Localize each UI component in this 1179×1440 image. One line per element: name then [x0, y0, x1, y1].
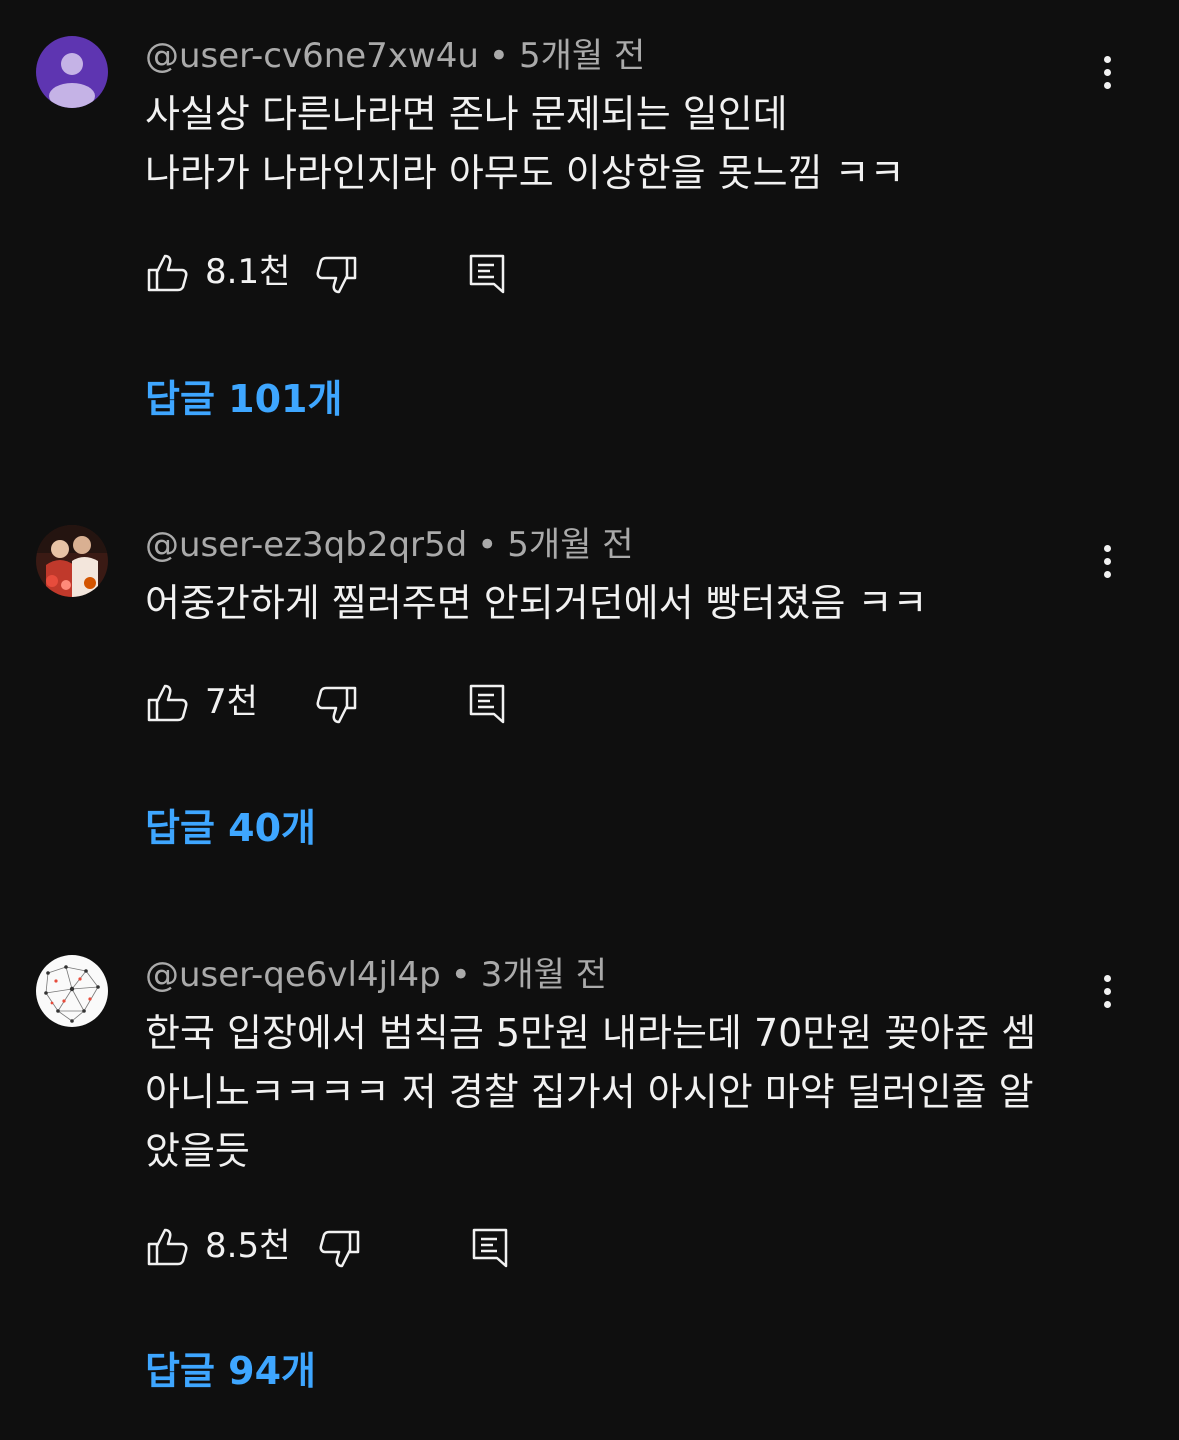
more-dot — [1103, 557, 1111, 565]
more-dot — [1103, 544, 1111, 552]
reply-icon[interactable] — [468, 1226, 512, 1270]
avatar[interactable] — [36, 36, 108, 108]
comment-actions: 8.1천 — [145, 250, 545, 300]
thumbs-up-icon[interactable] — [145, 250, 189, 294]
comment-author[interactable]: @user-qe6vl4jl4p — [145, 955, 441, 995]
like-count: 7천 — [205, 682, 258, 722]
view-replies-button[interactable]: 답글 101개 — [145, 375, 342, 423]
more-dot — [1103, 55, 1111, 63]
view-replies-button[interactable]: 답글 40개 — [145, 804, 316, 852]
thumbs-down-icon[interactable] — [318, 1228, 362, 1272]
more-dot — [1103, 570, 1111, 578]
reply-icon[interactable] — [465, 252, 509, 296]
more-dot — [1103, 987, 1111, 995]
comment-text: 어중간하게 찔러주면 안되거던에서 빵터졌음 ㅋㅋ — [145, 581, 928, 625]
comment-actions: 8.5천 — [145, 1224, 545, 1274]
thumbs-up-icon[interactable] — [145, 1224, 189, 1268]
thumbs-down-icon[interactable] — [315, 254, 359, 298]
more-options-button[interactable] — [1087, 536, 1127, 586]
more-dot — [1103, 1000, 1111, 1008]
comment-meta: @user-cv6ne7xw4u • 5개월 전 — [145, 36, 645, 76]
more-dot — [1103, 68, 1111, 76]
view-replies-button[interactable]: 답글 94개 — [145, 1347, 316, 1395]
comment-text: 한국 입장에서 범칙금 5만원 내라는데 70만원 꽂아준 셈 아니노ㅋㅋㅋㅋ … — [145, 1011, 1037, 1173]
comment-author[interactable]: @user-ez3qb2qr5d — [145, 525, 467, 565]
avatar[interactable] — [36, 525, 108, 597]
like-count: 8.5천 — [205, 1226, 291, 1266]
comment-author[interactable]: @user-cv6ne7xw4u — [145, 36, 479, 76]
more-options-button[interactable] — [1087, 47, 1127, 97]
separator-dot: • — [450, 955, 471, 995]
comment-meta: @user-qe6vl4jl4p • 3개월 전 — [145, 955, 607, 995]
photo-avatar-icon — [36, 525, 108, 597]
comment-text: 사실상 다른나라면 존나 문제되는 일인데 나라가 나라인지라 아무도 이상한을… — [145, 92, 905, 195]
more-dot — [1103, 974, 1111, 982]
network-pattern-icon — [36, 955, 108, 1027]
more-options-button[interactable] — [1087, 966, 1127, 1016]
reply-icon[interactable] — [465, 682, 509, 726]
more-dot — [1103, 81, 1111, 89]
comment-actions: 7천 — [145, 680, 545, 730]
like-count: 8.1천 — [205, 252, 291, 292]
comment-time: 3개월 전 — [480, 955, 608, 995]
separator-dot: • — [477, 525, 498, 565]
thumbs-down-icon[interactable] — [315, 684, 359, 728]
comment-meta: @user-ez3qb2qr5d • 5개월 전 — [145, 525, 634, 565]
default-person-icon — [36, 36, 108, 108]
comment-time: 5개월 전 — [507, 525, 634, 565]
thumbs-up-icon[interactable] — [145, 680, 189, 724]
separator-dot: • — [488, 36, 509, 76]
avatar[interactable] — [36, 955, 108, 1027]
comment-time: 5개월 전 — [518, 36, 646, 76]
